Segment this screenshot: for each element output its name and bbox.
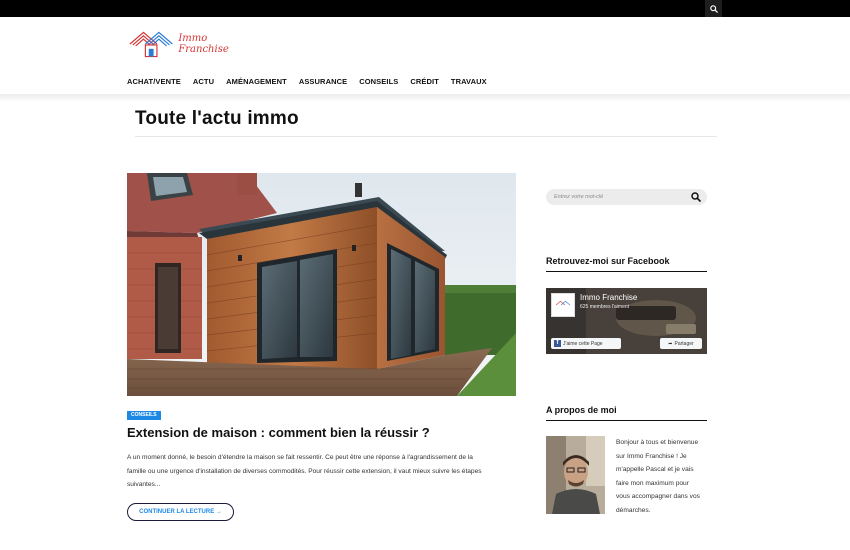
top-bar: [0, 0, 850, 17]
author-photo: [546, 436, 605, 514]
facebook-share-label: Partager: [674, 340, 694, 347]
post-excerpt: A un moment donné, le besoin d'étendre l…: [127, 451, 502, 492]
about-widget-title: A propos de moi: [546, 405, 617, 415]
search-icon[interactable]: [691, 192, 701, 202]
title-divider: [135, 136, 717, 137]
house-extension-illustration: [127, 173, 516, 396]
site-logo[interactable]: Immo Franchise: [128, 26, 258, 62]
read-more-button[interactable]: CONTINUER LA LECTURE →: [127, 503, 234, 521]
facebook-page-name[interactable]: Immo Franchise: [580, 293, 637, 302]
house-logo-icon: [129, 31, 173, 58]
about-line: vous accompagner dans vos: [616, 493, 700, 500]
facebook-member-count: 625 membres l'aiment: [580, 304, 630, 310]
about-line: faire mon maximum pour: [616, 479, 689, 487]
sidebar-search: [546, 189, 707, 205]
post-excerpt-line: famille ou une urgence d'installation de…: [127, 467, 482, 475]
facebook-f-icon: f: [554, 340, 561, 347]
about-line: sur Immo Franchise ! Je: [616, 452, 687, 460]
nav-item-travaux[interactable]: TRAVAUX: [451, 77, 487, 89]
about-line: Bonjour à tous et bienvenue: [616, 439, 699, 446]
facebook-like-button[interactable]: f J'aime cette Page: [551, 338, 621, 349]
nav-item-conseils[interactable]: CONSEILS: [359, 77, 398, 89]
nav-item-credit[interactable]: CRÉDIT: [410, 77, 439, 89]
nav-item-achat-vente[interactable]: ACHAT/VENTE: [127, 77, 181, 89]
main-nav: ACHAT/VENTE ACTU AMÉNAGEMENT ASSURANCE C…: [127, 77, 499, 89]
facebook-widget-divider: [546, 271, 707, 272]
house-logo-icon: [555, 300, 571, 306]
about-line: m'appelle Pascal et je vais: [616, 466, 694, 473]
post-excerpt-line: suivantes...: [127, 481, 161, 488]
about-description: Bonjour à tous et bienvenue sur Immo Fra…: [616, 436, 712, 517]
about-widget-divider: [546, 420, 707, 421]
facebook-page-plugin[interactable]: Immo Franchise 625 membres l'aiment f J'…: [546, 288, 707, 354]
post-excerpt-line: A un moment donné, le besoin d'étendre l…: [127, 454, 473, 461]
search-icon: [709, 4, 718, 13]
header-divider: [0, 94, 850, 102]
nav-item-assurance[interactable]: ASSURANCE: [299, 77, 347, 89]
about-line: démarches.: [616, 506, 651, 514]
top-search-button[interactable]: [705, 0, 722, 17]
post-title[interactable]: Extension de maison : comment bien la ré…: [127, 425, 527, 440]
facebook-page-avatar[interactable]: [551, 293, 575, 317]
nav-item-actu[interactable]: ACTU: [193, 77, 214, 89]
facebook-share-button[interactable]: ➦ Partager: [660, 338, 702, 349]
share-icon: ➦: [668, 340, 673, 347]
site-name: Immo Franchise: [178, 33, 229, 55]
nav-item-amenagement[interactable]: AMÉNAGEMENT: [226, 77, 287, 89]
page-title: Toute l'actu immo: [135, 108, 299, 129]
facebook-like-label: J'aime cette Page: [563, 340, 603, 347]
facebook-widget-title: Retrouvez-moi sur Facebook: [546, 256, 670, 266]
author-portrait: [546, 436, 605, 514]
post-category-badge[interactable]: CONSEILS: [127, 411, 161, 420]
sidebar-search-input[interactable]: [554, 191, 684, 203]
post-featured-image[interactable]: [127, 173, 516, 396]
